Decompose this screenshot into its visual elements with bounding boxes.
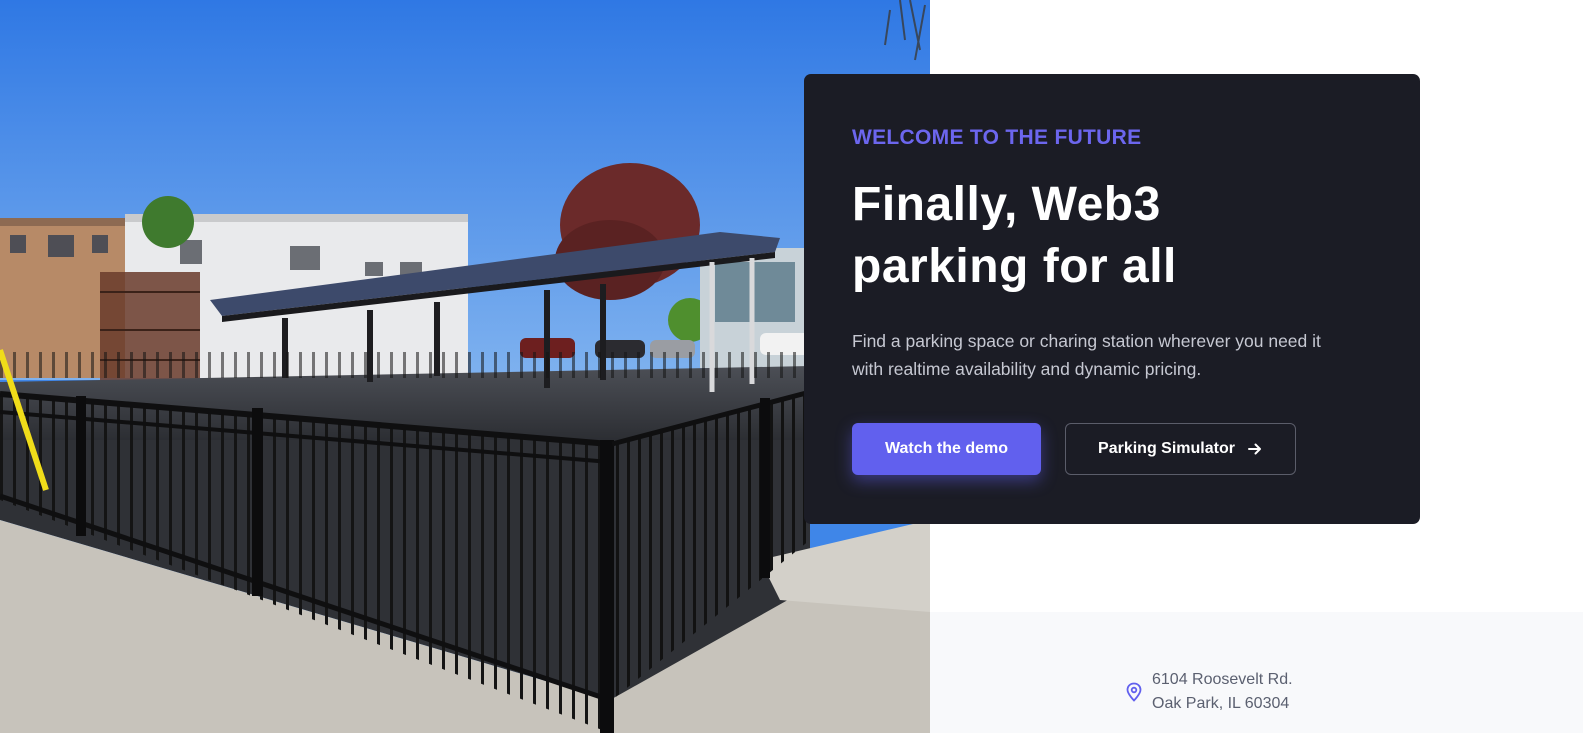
parking-simulator-button-label: Parking Simulator — [1098, 440, 1235, 457]
parking-simulator-button[interactable]: Parking Simulator — [1065, 423, 1296, 475]
hero-headline-line-2: parking for all — [852, 240, 1177, 293]
map-pin-icon — [1126, 682, 1142, 702]
arrow-right-icon — [1247, 443, 1261, 455]
hero-subtext: Find a parking space or charing station … — [852, 331, 1321, 379]
hero-actions: Watch the demo Parking Simulator — [852, 423, 1296, 475]
hero-headline: Finally, Web3 parking for all — [852, 174, 1372, 298]
watch-demo-button[interactable]: Watch the demo — [852, 423, 1041, 475]
hero-headline-line-1: Finally, Web3 — [852, 178, 1161, 231]
address-line-1: 6104 Roosevelt Rd. — [1152, 671, 1293, 688]
hero-photo-parking-lot — [0, 0, 930, 733]
address-line-2: Oak Park, IL 60304 — [1152, 695, 1290, 712]
address-text: 6104 Roosevelt Rd. Oak Park, IL 60304 — [1152, 668, 1293, 716]
watch-demo-button-label: Watch the demo — [885, 440, 1008, 457]
hero-card: WELCOME TO THE FUTURE Finally, Web3 park… — [804, 74, 1420, 524]
hero-eyebrow: WELCOME TO THE FUTURE — [852, 126, 1142, 149]
landing-page: 6104 Roosevelt Rd. Oak Park, IL 60304 WE… — [0, 0, 1583, 733]
parking-lot-illustration — [0, 0, 930, 733]
address-block: 6104 Roosevelt Rd. Oak Park, IL 60304 — [1125, 668, 1293, 716]
